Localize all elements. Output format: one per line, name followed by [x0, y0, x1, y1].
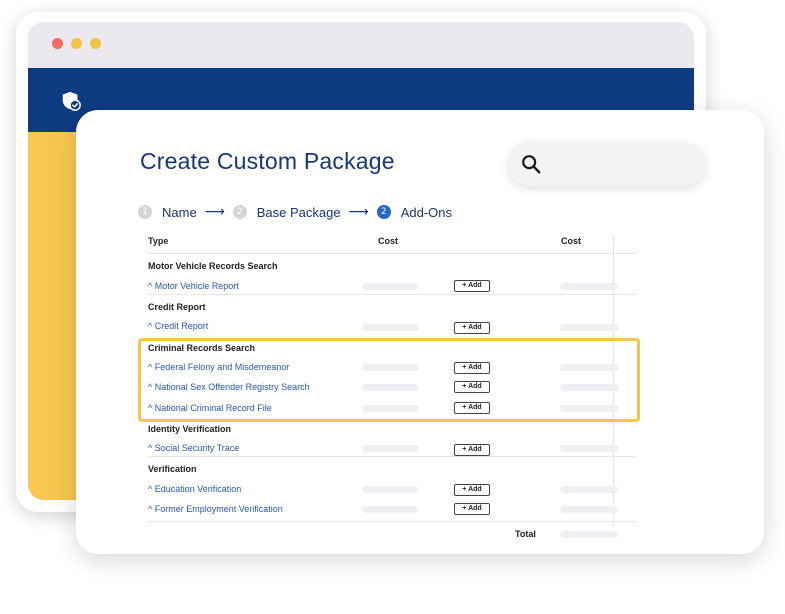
cost-placeholder [560, 384, 618, 391]
add-button[interactable]: + Add [454, 444, 490, 456]
category-heading: Motor Vehicle Records Search [148, 261, 278, 271]
search-input[interactable] [548, 150, 696, 178]
page-title: Create Custom Package [140, 148, 395, 174]
add-button[interactable]: + Add [454, 322, 490, 334]
list-item[interactable]: ^ Former Employment Verification [148, 504, 283, 514]
total-label: Total [515, 529, 536, 539]
add-button[interactable]: + Add [454, 402, 490, 414]
category-heading: Identity Verification [148, 424, 232, 434]
step-arrow-icon: ⟶ [348, 204, 369, 220]
cost-placeholder [560, 405, 618, 412]
create-package-card: Create Custom Package 1 Name ⟶ 2 Base Pa… [76, 110, 764, 554]
step-1-number: 1 [138, 205, 152, 219]
list-item[interactable]: ^ National Sex Offender Registry Search [148, 382, 310, 392]
column-header-cost: Cost [378, 236, 398, 246]
list-item[interactable]: ^ Education Verification [148, 484, 241, 494]
list-item[interactable]: ^ Motor Vehicle Report [148, 281, 239, 291]
cost-placeholder [560, 324, 618, 331]
column-header-cost-2: Cost [561, 236, 581, 246]
cost-placeholder [560, 283, 618, 290]
cost-placeholder [362, 364, 418, 371]
list-item[interactable]: ^ Credit Report [148, 321, 208, 331]
list-item[interactable]: ^ National Criminal Record File [148, 403, 272, 413]
row-divider [148, 521, 636, 522]
list-item[interactable]: ^ Social Security Trace [148, 443, 239, 453]
step-arrow-icon: ⟶ [204, 204, 225, 220]
category-heading: Credit Report [148, 302, 206, 312]
add-button[interactable]: + Add [454, 362, 490, 374]
step-base-package-label[interactable]: Base Package [257, 205, 341, 220]
step-2-number: 2 [232, 205, 247, 219]
row-divider [148, 253, 636, 254]
search-icon[interactable] [520, 153, 542, 175]
shield-check-icon [62, 91, 81, 111]
row-divider [148, 294, 636, 295]
step-name-label[interactable]: Name [162, 205, 197, 220]
window-close-dot[interactable] [52, 38, 63, 49]
list-item[interactable]: ^ Federal Felony and Misdemeanor [148, 362, 289, 372]
add-button[interactable]: + Add [454, 280, 490, 292]
window-minimize-dot[interactable] [71, 38, 82, 49]
total-placeholder [560, 531, 618, 538]
browser-titlebar [28, 22, 694, 68]
category-heading: Criminal Records Search [148, 343, 256, 353]
cost-placeholder [362, 405, 418, 412]
cost-placeholder [362, 445, 418, 452]
add-button[interactable]: + Add [454, 503, 490, 515]
window-maximize-dot[interactable] [90, 38, 101, 49]
cost-placeholder [362, 324, 418, 331]
progress-stepper: 1 Name ⟶ 2 Base Package ⟶ 2 Add-Ons [138, 202, 452, 222]
cost-placeholder [560, 364, 618, 371]
cost-placeholder [362, 486, 418, 493]
row-divider [148, 456, 636, 457]
search-box[interactable] [508, 142, 706, 186]
cost-placeholder [362, 283, 418, 290]
add-button[interactable]: + Add [454, 381, 490, 393]
cost-placeholder [362, 384, 418, 391]
cost-placeholder [362, 506, 418, 513]
cost-placeholder [560, 445, 618, 452]
cost-placeholder [560, 486, 618, 493]
category-heading: Verification [148, 464, 197, 474]
step-add-ons-label[interactable]: Add-Ons [401, 205, 452, 220]
column-divider [613, 236, 614, 524]
add-button[interactable]: + Add [454, 484, 490, 496]
step-3-number: 2 [376, 205, 391, 219]
column-header-type: Type [148, 236, 169, 246]
cost-placeholder [560, 506, 618, 513]
